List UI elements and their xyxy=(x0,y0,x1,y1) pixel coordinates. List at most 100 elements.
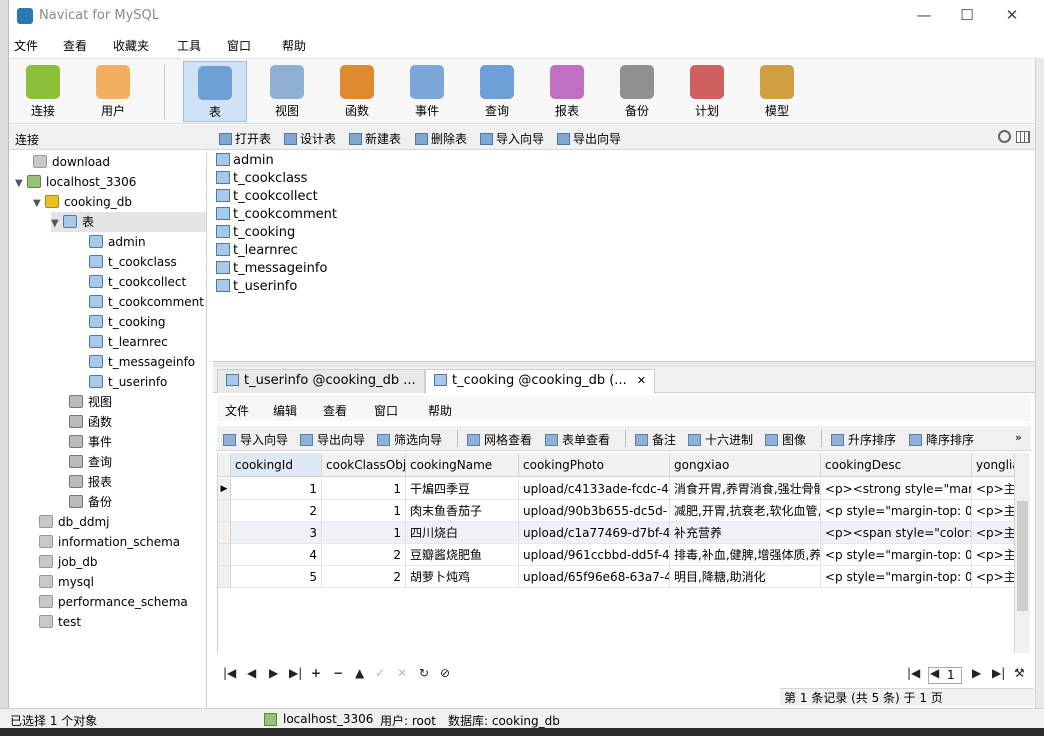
menu-tools[interactable]: 工具 xyxy=(177,37,201,54)
tree-table-item[interactable]: t_userinfo xyxy=(89,372,167,392)
row-indicator[interactable] xyxy=(218,544,231,566)
prev-page-button[interactable]: ◀ xyxy=(930,666,939,680)
grid-cell[interactable]: <p style="margin-top: 0p xyxy=(821,500,972,522)
filter-wizard-button[interactable]: 筛选向导 xyxy=(377,431,442,448)
close-button[interactable]: ✕ xyxy=(997,5,1027,25)
grid-cell[interactable]: 4 xyxy=(231,544,322,566)
chevron-right-icon[interactable]: » xyxy=(1015,431,1022,444)
grid-cell[interactable]: 1 xyxy=(322,500,406,522)
inner-menu-file[interactable]: 文件 xyxy=(225,402,249,419)
delete-table-button[interactable]: 删除表 xyxy=(415,130,467,147)
open-table-button[interactable]: 打开表 xyxy=(219,130,271,147)
toolbar-model-button[interactable]: 模型 xyxy=(745,61,809,122)
settings-icon[interactable]: ⚒ xyxy=(1014,666,1025,680)
object-table-item[interactable]: t_cookclass xyxy=(216,170,307,188)
menu-window[interactable]: 窗口 xyxy=(227,37,251,54)
prev-record-button[interactable]: ◀ xyxy=(247,666,256,680)
tree-item-backups[interactable]: 备份 xyxy=(69,492,112,512)
next-record-button[interactable]: ▶ xyxy=(269,666,278,680)
object-table-item[interactable]: t_cookcomment xyxy=(216,206,337,224)
menu-favorites[interactable]: 收藏夹 xyxy=(113,37,149,54)
import-wizard-button[interactable]: 导入向导 xyxy=(480,130,544,147)
grid-vertical-scrollbar[interactable] xyxy=(1014,453,1030,653)
object-table-item[interactable]: t_cooking xyxy=(216,224,295,242)
row-indicator[interactable] xyxy=(218,522,231,544)
grid-cell[interactable]: 补充营养 xyxy=(670,522,821,544)
toolbar-report-button[interactable]: 报表 xyxy=(535,61,599,122)
stop-button[interactable]: ⊘ xyxy=(440,666,450,680)
row-indicator[interactable] xyxy=(218,566,231,588)
inner-menu-view[interactable]: 查看 xyxy=(323,402,347,419)
discard-changes-button[interactable]: ✕ xyxy=(397,666,407,680)
tree-table-item[interactable]: t_messageinfo xyxy=(89,352,195,372)
close-tab-icon[interactable]: ✕ xyxy=(637,374,646,387)
chevron-down-icon[interactable]: ▼ xyxy=(15,174,27,194)
minimize-button[interactable]: — xyxy=(909,5,939,25)
toolbar-user-button[interactable]: 用户 xyxy=(81,61,145,122)
image-button[interactable]: 图像 xyxy=(765,431,806,448)
inner-menu-window[interactable]: 窗口 xyxy=(374,402,398,419)
tab-t-cooking[interactable]: t_cooking @cooking_db (... ✕ xyxy=(425,369,655,394)
inner-import-wizard-button[interactable]: 导入向导 xyxy=(223,431,288,448)
menu-help[interactable]: 帮助 xyxy=(282,37,306,54)
tree-database-item[interactable]: mysql xyxy=(39,572,94,592)
column-header[interactable]: gongxiao xyxy=(670,453,821,477)
next-page-button[interactable]: ▶ xyxy=(972,666,981,680)
tree-item-server[interactable]: ▼ localhost_3306 xyxy=(15,172,136,192)
last-record-button[interactable]: ▶| xyxy=(289,666,302,680)
first-page-button[interactable]: |◀ xyxy=(907,666,920,680)
export-wizard-button[interactable]: 导出向导 xyxy=(557,130,621,147)
grid-cell[interactable]: 消食开胃,养胃消食,强壮骨骼 xyxy=(670,478,821,500)
inner-export-wizard-button[interactable]: 导出向导 xyxy=(300,431,365,448)
toolbar-schedule-button[interactable]: 计划 xyxy=(675,61,739,122)
grid-cell[interactable]: <p>主 xyxy=(972,544,1014,566)
column-header[interactable]: cookClassObj xyxy=(322,453,406,477)
grid-cell[interactable]: <p>主 xyxy=(972,478,1014,500)
object-table-item[interactable]: t_userinfo xyxy=(216,278,297,296)
inner-menu-help[interactable]: 帮助 xyxy=(428,402,452,419)
grid-cell[interactable]: 干煸四季豆 xyxy=(406,478,519,500)
refresh-button[interactable]: ↻ xyxy=(419,666,429,680)
sort-ascending-button[interactable]: 升序排序 xyxy=(831,431,896,448)
grid-cell[interactable]: <p>主 xyxy=(972,500,1014,522)
form-view-button[interactable]: 表单查看 xyxy=(545,431,610,448)
grid-cell[interactable]: upload/90b3b655-dc5d- xyxy=(519,500,670,522)
delete-record-button[interactable]: − xyxy=(333,666,343,680)
object-table-item[interactable]: t_learnrec xyxy=(216,242,298,260)
inner-menu-edit[interactable]: 编辑 xyxy=(273,402,297,419)
grid-cell[interactable]: <p style="margin-top: 0p xyxy=(821,566,972,588)
tree-database-item[interactable]: job_db xyxy=(39,552,98,572)
grid-cell[interactable]: upload/c4133ade-fcdc-4 xyxy=(519,478,670,500)
scrollbar-thumb[interactable] xyxy=(1017,501,1028,611)
grid-cell[interactable]: <p>主 xyxy=(972,566,1014,588)
column-header[interactable]: cookingPhoto xyxy=(519,453,670,477)
toolbar-connect-button[interactable]: 连接 xyxy=(11,61,75,122)
last-page-button[interactable]: ▶| xyxy=(992,666,1005,680)
grid-cell[interactable]: upload/c1a77469-d7bf-4 xyxy=(519,522,670,544)
column-header[interactable]: cookingId xyxy=(231,453,322,477)
tree-item-download[interactable]: download xyxy=(21,152,110,172)
tree-database-item[interactable]: information_schema xyxy=(39,532,180,552)
search-icon[interactable] xyxy=(998,130,1011,143)
object-table-item[interactable]: admin xyxy=(216,152,274,170)
toolbar-backup-button[interactable]: 备份 xyxy=(605,61,669,122)
tree-item-functions[interactable]: 函数 xyxy=(69,412,112,432)
memo-button[interactable]: 备注 xyxy=(635,431,676,448)
toolbar-view-button[interactable]: 视图 xyxy=(255,61,319,122)
current-row-indicator[interactable]: ▶ xyxy=(218,478,231,500)
grid-cell[interactable]: 1 xyxy=(322,522,406,544)
grid-view-button[interactable]: 网格查看 xyxy=(467,431,532,448)
grid-view-icon[interactable] xyxy=(1016,131,1030,143)
chevron-down-icon[interactable]: ▼ xyxy=(51,214,63,234)
tree-database-item[interactable]: performance_schema xyxy=(39,592,188,612)
apply-changes-button[interactable]: ✓ xyxy=(375,666,385,680)
tree-table-item[interactable]: t_cooking xyxy=(89,312,166,332)
column-header[interactable]: yonglia xyxy=(972,453,1014,477)
tree-table-item[interactable]: t_cookcomment xyxy=(89,292,204,312)
menu-file[interactable]: 文件 xyxy=(14,37,38,54)
tree-database-item[interactable]: db_ddmj xyxy=(39,512,110,532)
tree-item-cooking-db[interactable]: ▼ cooking_db xyxy=(33,192,132,212)
menu-view[interactable]: 查看 xyxy=(63,37,87,54)
column-header[interactable]: cookingDesc xyxy=(821,453,972,477)
tree-database-item[interactable]: test xyxy=(39,612,81,632)
